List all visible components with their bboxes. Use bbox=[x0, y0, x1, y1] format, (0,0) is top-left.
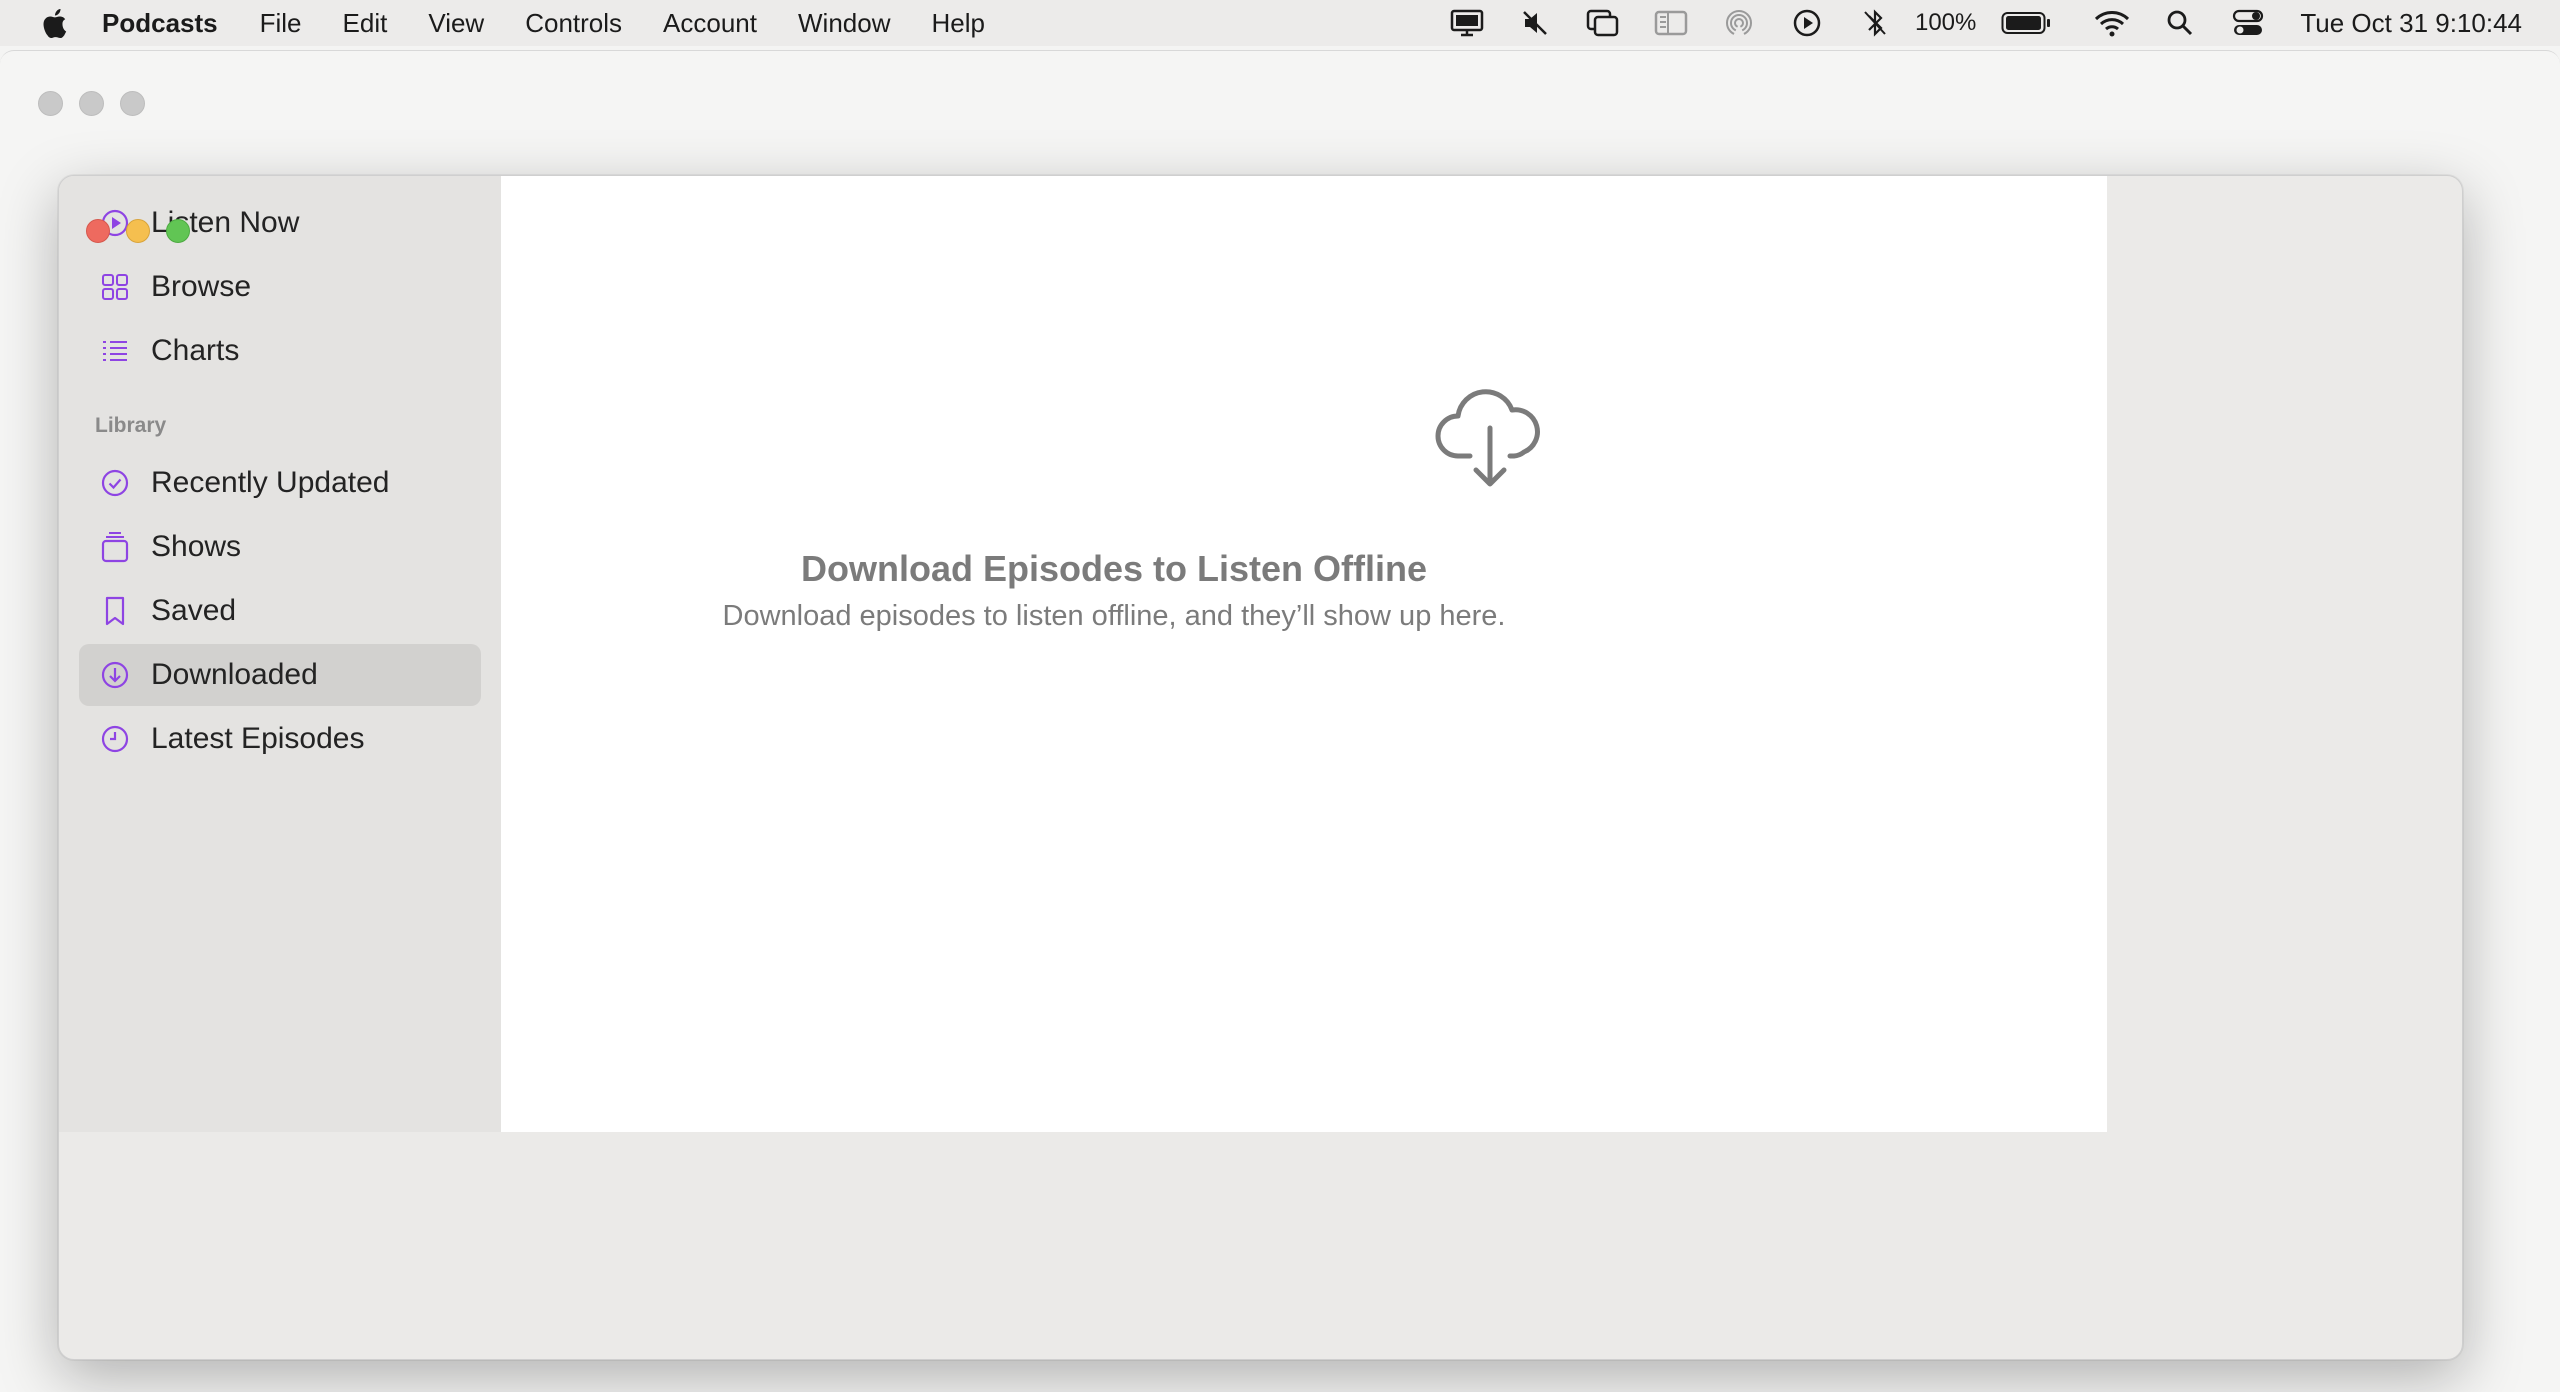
apple-menu-icon[interactable] bbox=[40, 8, 70, 38]
check-circle-icon bbox=[97, 465, 133, 501]
stage-manager-icon[interactable] bbox=[1583, 0, 1623, 46]
sidebar-item-label: Downloaded bbox=[151, 658, 318, 691]
sidebar-item-recently-updated[interactable]: Recently Updated bbox=[79, 452, 481, 514]
list-icon bbox=[97, 333, 133, 369]
display-icon[interactable] bbox=[1447, 0, 1487, 46]
main-content bbox=[501, 176, 2107, 1132]
sidebar: Listen Now Browse Charts Library Recentl… bbox=[59, 176, 501, 1132]
window-controls bbox=[86, 219, 190, 243]
zoom-button[interactable] bbox=[166, 219, 190, 243]
edit-menu[interactable]: Edit bbox=[343, 8, 388, 39]
inactive-minimize-button[interactable] bbox=[79, 91, 104, 116]
mute-icon[interactable] bbox=[1515, 0, 1555, 46]
sidebar-item-browse[interactable]: Browse bbox=[79, 256, 481, 318]
close-button[interactable] bbox=[86, 219, 110, 243]
airdrop-icon[interactable] bbox=[1719, 0, 1759, 46]
sidebar-item-downloaded[interactable]: Downloaded bbox=[79, 644, 481, 706]
clock-icon bbox=[97, 721, 133, 757]
help-menu[interactable]: Help bbox=[931, 8, 984, 39]
library-section-label: Library bbox=[95, 414, 167, 437]
cloud-download-icon bbox=[1432, 386, 1548, 490]
minimize-button[interactable] bbox=[126, 219, 150, 243]
download-circle-icon bbox=[97, 657, 133, 693]
background-window-controls bbox=[38, 91, 145, 116]
app-menu[interactable]: Podcasts bbox=[102, 8, 218, 39]
sidebar-item-label: Recently Updated bbox=[151, 466, 390, 499]
now-playing-icon[interactable] bbox=[1787, 0, 1827, 46]
file-menu[interactable]: File bbox=[260, 8, 302, 39]
grid-icon bbox=[97, 269, 133, 305]
view-menu[interactable]: View bbox=[428, 8, 484, 39]
menu-clock[interactable]: Tue Oct 31 9:10:44 bbox=[2300, 8, 2522, 39]
spotlight-search-icon[interactable] bbox=[2160, 0, 2200, 46]
inactive-zoom-button[interactable] bbox=[120, 91, 145, 116]
bluetooth-off-icon[interactable] bbox=[1855, 0, 1895, 46]
sidebar-item-latest-episodes[interactable]: Latest Episodes bbox=[79, 708, 481, 770]
controls-menu[interactable]: Controls bbox=[525, 8, 622, 39]
sidebar-item-label: Browse bbox=[151, 270, 252, 303]
inactive-close-button[interactable] bbox=[38, 91, 63, 116]
control-center-icon[interactable] bbox=[2228, 0, 2268, 46]
sidebar-item-label: Charts bbox=[151, 334, 240, 367]
battery-percent: 100% bbox=[1914, 9, 1977, 36]
empty-state-subtitle: Download episodes to listen offline, and… bbox=[722, 600, 1506, 632]
account-menu[interactable]: Account bbox=[663, 8, 757, 39]
window-menu[interactable]: Window bbox=[798, 8, 890, 39]
menu-bar: Podcasts File Edit View Controls Account… bbox=[0, 0, 2560, 46]
empty-state-title: Download Episodes to Listen Offline bbox=[800, 548, 1428, 589]
sidebar-item-charts[interactable]: Charts bbox=[79, 320, 481, 382]
sidebar-item-label: Latest Episodes bbox=[151, 722, 365, 755]
battery-icon[interactable] bbox=[2000, 0, 2052, 46]
wifi-icon[interactable] bbox=[2092, 0, 2132, 46]
podcasts-window: Listen Now Browse Charts Library Recentl… bbox=[58, 175, 2463, 1360]
sidebar-toggle-icon[interactable] bbox=[1651, 0, 1691, 46]
